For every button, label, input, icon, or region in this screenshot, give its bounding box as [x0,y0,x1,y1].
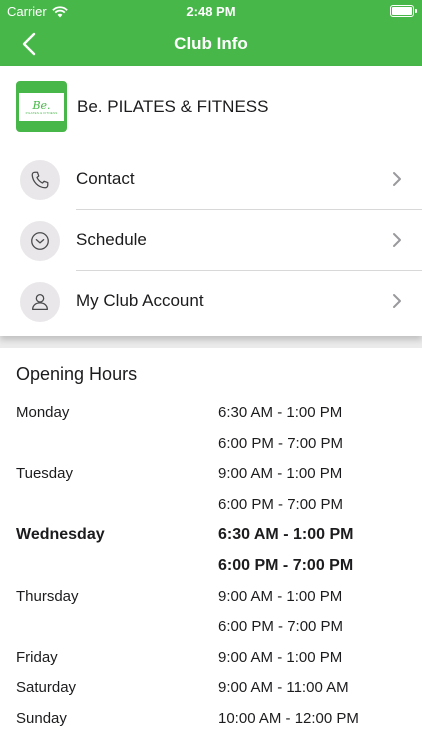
day-name: Friday [16,648,58,666]
club-account-label: My Club Account [76,291,204,310]
schedule-row[interactable]: Schedule [0,210,422,271]
day-row-friday: Friday 9:00 AM - 1:00 PM [16,643,406,674]
status-time: 2:48 PM [186,4,236,19]
day-times: 9:00 AM - 1:00 PM [218,643,342,674]
opening-hours-title: Opening Hours [16,364,138,384]
logo-subtext: PILATES & FITNESS [25,110,58,115]
clock-icon [20,221,60,261]
user-icon [20,282,60,322]
day-times: 6:30 AM - 1:00 PM 6:00 PM - 7:00 PM [218,520,353,581]
day-name: Monday [16,404,70,421]
time-range: 6:30 AM - 1:00 PM [218,526,354,544]
day-times: 10:00 AM - 12:00 PM [218,704,359,735]
time-range: 6:00 PM - 7:00 PM [218,434,344,452]
status-bar: Carrier 2:48 PM [0,0,422,22]
battery-icon [390,5,417,17]
chevron-right-icon [393,294,401,308]
day-name: Thursday [16,587,79,605]
day-name: Sunday [16,709,67,727]
section-separator [0,336,422,348]
time-range: 9:00 AM - 1:00 PM [218,465,343,483]
day-row-wednesday: Wednesday 6:30 AM - 1:00 PM 6:00 PM - 7:… [16,520,406,581]
day-row-saturday: Saturday 9:00 AM - 11:00 AM [16,673,406,704]
opening-hours-list: Monday 6:30 AM - 1:00 PM 6:00 PM - 7:00 … [16,398,406,735]
time-range: 6:00 PM - 7:00 PM [218,495,344,513]
day-row-sunday: Sunday 10:00 AM - 12:00 PM [16,704,406,735]
club-account-row[interactable]: My Club Account [0,271,422,332]
app-header: Carrier 2:48 PM Club Info [0,0,422,66]
time-range: 10:00 AM - 12:00 PM [218,709,359,727]
time-range: 6:00 PM - 7:00 PM [218,556,354,574]
contact-label: Contact [76,169,135,188]
time-range: 9:00 AM - 1:00 PM [218,648,343,666]
day-times: 9:00 AM - 11:00 AM [218,673,349,704]
club-header: Be. PILATES & FITNESS Be. PILATES & FITN… [0,66,422,146]
contact-row[interactable]: Contact [0,149,422,210]
day-row-thursday: Thursday 9:00 AM - 1:00 PM 6:00 PM - 7:0… [16,582,406,643]
day-row-tuesday: Tuesday 9:00 AM - 1:00 PM 6:00 PM - 7:00… [16,459,406,520]
phone-icon [20,160,60,200]
time-range: 9:00 AM - 1:00 PM [218,587,343,605]
club-logo-mark: Be. PILATES & FITNESS [19,93,64,121]
opening-hours-section: Opening Hours Monday 6:30 AM - 1:00 PM 6… [0,348,422,750]
day-name: Saturday [16,679,77,697]
club-name: Be. PILATES & FITNESS [77,97,269,116]
chevron-right-icon [393,172,401,186]
day-name: Wednesday [16,526,105,544]
navigation-bar: Club Info [0,22,422,66]
day-times: 9:00 AM - 1:00 PM 6:00 PM - 7:00 PM [218,459,343,520]
day-times: 6:30 AM - 1:00 PM 6:00 PM - 7:00 PM [218,398,343,459]
time-range: 9:00 AM - 11:00 AM [218,679,349,697]
day-name: Tuesday [16,465,73,483]
club-logo: Be. PILATES & FITNESS [16,81,67,132]
page-title: Club Info [174,34,248,53]
chevron-right-icon [393,233,401,247]
time-range: 6:30 AM - 1:00 PM [218,404,343,421]
time-range: 6:00 PM - 7:00 PM [218,618,344,636]
day-row-monday: Monday 6:30 AM - 1:00 PM 6:00 PM - 7:00 … [16,398,406,459]
logo-script: Be. [32,98,51,112]
schedule-label: Schedule [76,230,147,249]
day-times: 9:00 AM - 1:00 PM 6:00 PM - 7:00 PM [218,582,343,643]
club-card: Be. PILATES & FITNESS Be. PILATES & FITN… [0,66,422,336]
